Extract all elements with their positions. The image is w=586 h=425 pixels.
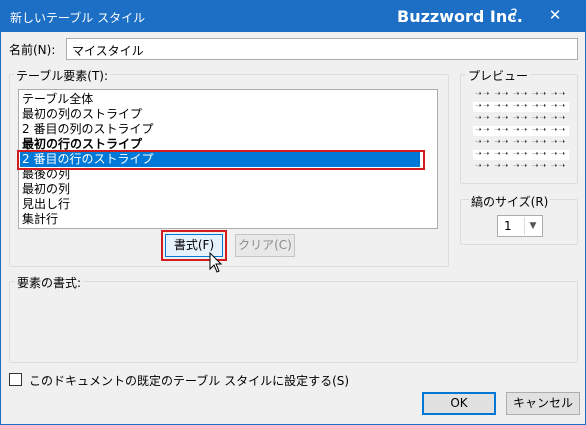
stripe-size-value: 1 [504, 219, 512, 233]
name-label: 名前(N): [9, 43, 56, 57]
mouse-cursor-icon [209, 252, 223, 273]
title-bar[interactable]: 新しいテーブル スタイル Buzzword Inc. ? ✕ [1, 1, 585, 32]
listbox-scrollbar[interactable]: ▲ ▼ [437, 91, 438, 227]
brand-label: Buzzword Inc. [397, 7, 523, 26]
default-style-checkbox[interactable] [9, 373, 22, 386]
stripe-size-label: 縞のサイズ(R) [469, 193, 551, 210]
table-elements-label: テーブル要素(T): [14, 67, 111, 84]
list-item[interactable]: 集計行 [20, 212, 420, 227]
cancel-button[interactable]: キャンセル [506, 392, 580, 415]
list-item[interactable]: 最初の列のストライプ [20, 107, 420, 122]
preview-label: プレビュー [466, 67, 531, 84]
list-item[interactable]: 見出し行 [20, 197, 420, 212]
selection-highlight-outline [17, 150, 425, 170]
close-button[interactable]: ✕ [546, 6, 564, 24]
ok-button[interactable]: OK [422, 392, 496, 415]
window-title: 新しいテーブル スタイル [10, 11, 146, 25]
chevron-down-icon[interactable]: ▼ [524, 217, 541, 235]
list-item[interactable]: テーブル全体 [20, 92, 420, 107]
element-format-group [9, 281, 578, 363]
scroll-up-arrow-icon[interactable]: ▲ [437, 91, 438, 108]
name-input[interactable]: マイスタイル [66, 38, 578, 60]
stripe-size-select[interactable]: 1 ▼ [497, 215, 543, 237]
clear-button[interactable]: クリア(C) [235, 234, 295, 257]
scroll-down-arrow-icon[interactable]: ▼ [437, 210, 438, 227]
table-style-preview: ➝➝ ➝➝ ➝➝ ➝➝ ➝➝ ➝➝ ➝➝ ➝➝ ➝➝ ➝➝ ➝➝ ➝➝ ➝➝ ➝… [473, 88, 569, 174]
list-item[interactable]: 2 番目の列のストライプ [20, 122, 420, 137]
list-item[interactable]: 最初の列 [20, 182, 420, 197]
default-style-checkbox-label[interactable]: このドキュメントの既定のテーブル スタイルに設定する(S) [29, 372, 349, 389]
new-table-style-dialog: 新しいテーブル スタイル Buzzword Inc. ? ✕ 名前(N): マイ… [0, 0, 586, 425]
element-format-label: 要素の書式: [15, 274, 84, 291]
help-button[interactable]: ? [506, 7, 522, 23]
